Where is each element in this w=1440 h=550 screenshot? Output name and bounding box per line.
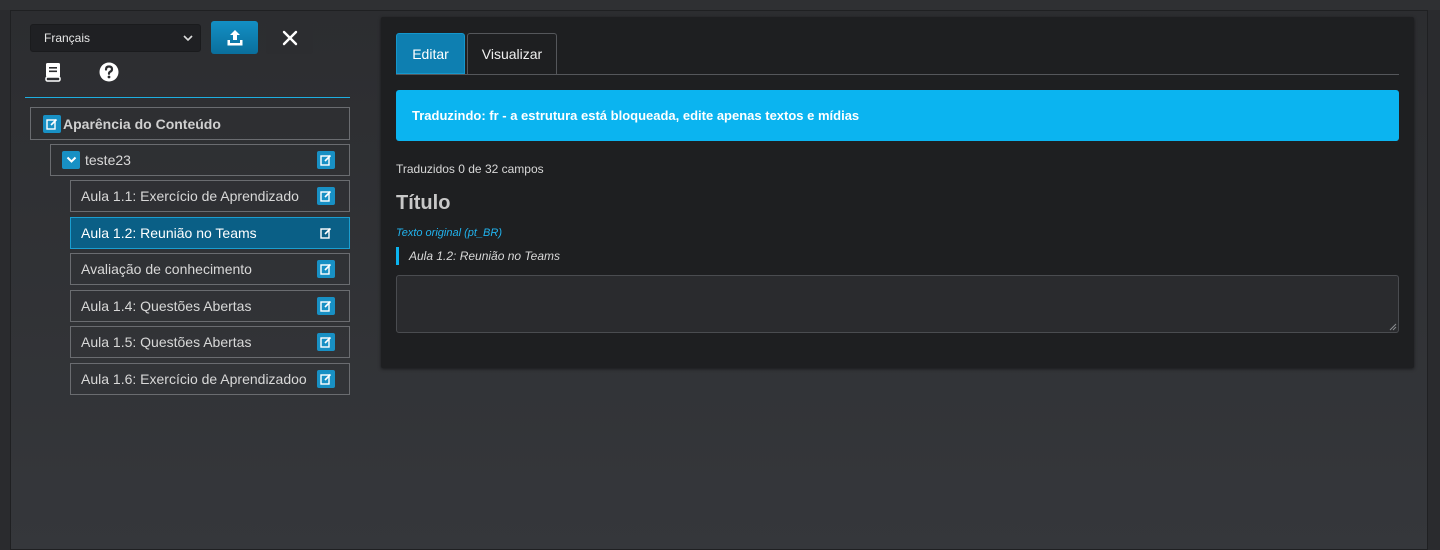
help-icon (99, 62, 119, 82)
chevron-down-icon (183, 35, 193, 42)
help-button[interactable] (96, 59, 122, 85)
translation-textarea[interactable] (396, 275, 1399, 333)
sidebar-divider (25, 97, 350, 98)
tree-item-aula-1-1[interactable]: Aula 1.1: Exercício de Aprendizado (70, 180, 350, 212)
original-text-label: Texto original (pt_BR) (396, 227, 502, 239)
edit-icon[interactable] (317, 224, 335, 242)
edit-icon[interactable] (317, 333, 335, 351)
tree-root-label: Aparência do Conteúdo (63, 115, 221, 132)
tree-item-label: Aula 1.2: Reunião no Teams (81, 225, 257, 241)
field-title: Título (396, 192, 451, 214)
edit-icon[interactable] (317, 187, 335, 205)
edit-icon[interactable] (317, 151, 335, 169)
upload-icon (227, 29, 242, 45)
tree-section-label: teste23 (85, 152, 131, 168)
upload-button[interactable] (211, 21, 258, 54)
close-icon (282, 30, 297, 45)
translation-progress: Traduzidos 0 de 32 campos (396, 162, 544, 176)
original-text-quote: Aula 1.2: Reunião no Teams (396, 247, 560, 265)
resize-handle-icon[interactable] (1389, 323, 1397, 331)
language-select[interactable]: Français (30, 24, 201, 52)
tree-item-aula-1-5[interactable]: Aula 1.5: Questões Abertas (70, 326, 350, 358)
tab-editar[interactable]: Editar (396, 33, 465, 74)
tree-item-label: Aula 1.5: Questões Abertas (81, 334, 252, 350)
tree-item-label: Avaliação de conhecimento (81, 261, 252, 277)
book-icon (45, 63, 61, 82)
tree-root-item[interactable]: Aparência do Conteúdo (30, 107, 350, 140)
tree-item-label: Aula 1.6: Exercício de Aprendizadoo (81, 371, 307, 387)
tab-visualizar[interactable]: Visualizar (467, 33, 557, 74)
chevron-down-icon[interactable] (62, 151, 80, 169)
tree-item-aula-1-2[interactable]: Aula 1.2: Reunião no Teams (70, 217, 350, 249)
tab-visualizar-label: Visualizar (481, 46, 543, 62)
tree-item-label: Aula 1.1: Exercício de Aprendizado (81, 188, 299, 204)
edit-icon[interactable] (317, 260, 335, 278)
close-button[interactable] (266, 21, 313, 54)
window-top-strip (0, 0, 1440, 10)
tree-section-item[interactable]: teste23 (50, 144, 350, 176)
book-button[interactable] (40, 59, 66, 85)
tree-item-aula-1-4[interactable]: Aula 1.4: Questões Abertas (70, 290, 350, 322)
tree-item-label: Aula 1.4: Questões Abertas (81, 298, 252, 314)
translation-alert: Traduzindo: fr - a estrutura está bloque… (396, 90, 1399, 141)
edit-icon[interactable] (317, 297, 335, 315)
tree-item-avaliacao[interactable]: Avaliação de conhecimento (70, 253, 350, 285)
language-select-value: Français (44, 31, 91, 45)
original-text-value: Aula 1.2: Reunião no Teams (409, 249, 560, 263)
edit-icon[interactable] (43, 115, 61, 133)
translation-alert-text: Traduzindo: fr - a estrutura está bloque… (412, 108, 860, 123)
edit-icon[interactable] (317, 370, 335, 388)
tabs-divider (396, 74, 1399, 75)
tree-item-aula-1-6[interactable]: Aula 1.6: Exercício de Aprendizadoo (70, 363, 350, 395)
tab-editar-label: Editar (412, 45, 449, 62)
